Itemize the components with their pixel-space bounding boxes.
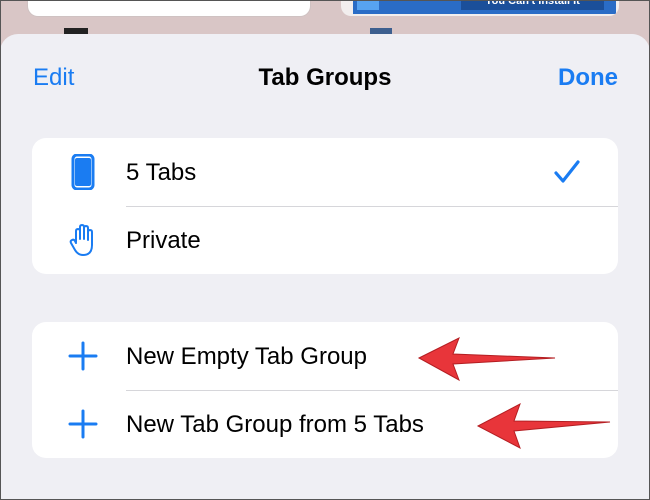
checkmark-icon <box>552 158 582 186</box>
phone-icon <box>65 153 101 191</box>
new-tab-group-from-tabs-button[interactable]: New Tab Group from 5 Tabs <box>32 390 618 458</box>
tab-group-actions: New Empty Tab Group New Tab Group from 5… <box>32 322 618 458</box>
plus-icon <box>65 338 101 374</box>
tab-group-label: Private <box>126 227 201 254</box>
action-label: New Tab Group from 5 Tabs <box>126 411 424 438</box>
new-empty-tab-group-button[interactable]: New Empty Tab Group <box>32 322 618 390</box>
thumbnail-banner-text: You Can't Install It <box>461 0 604 10</box>
tab-groups-list: 5 Tabs Private <box>32 138 618 274</box>
tab-group-label: 5 Tabs <box>126 159 197 186</box>
hand-icon <box>65 222 101 258</box>
tab-group-row-5-tabs[interactable]: 5 Tabs <box>32 138 618 206</box>
sheet-title: Tab Groups <box>258 64 392 91</box>
tab-group-row-private[interactable]: Private <box>32 206 618 274</box>
done-button[interactable]: Done <box>558 64 618 92</box>
background-tab-thumbnail-right: You Can't Install It <box>341 0 619 16</box>
thumbnail-logo <box>357 0 379 10</box>
action-label: New Empty Tab Group <box>126 343 367 370</box>
background-tab-thumbnail-left <box>28 0 310 16</box>
plus-icon <box>65 406 101 442</box>
